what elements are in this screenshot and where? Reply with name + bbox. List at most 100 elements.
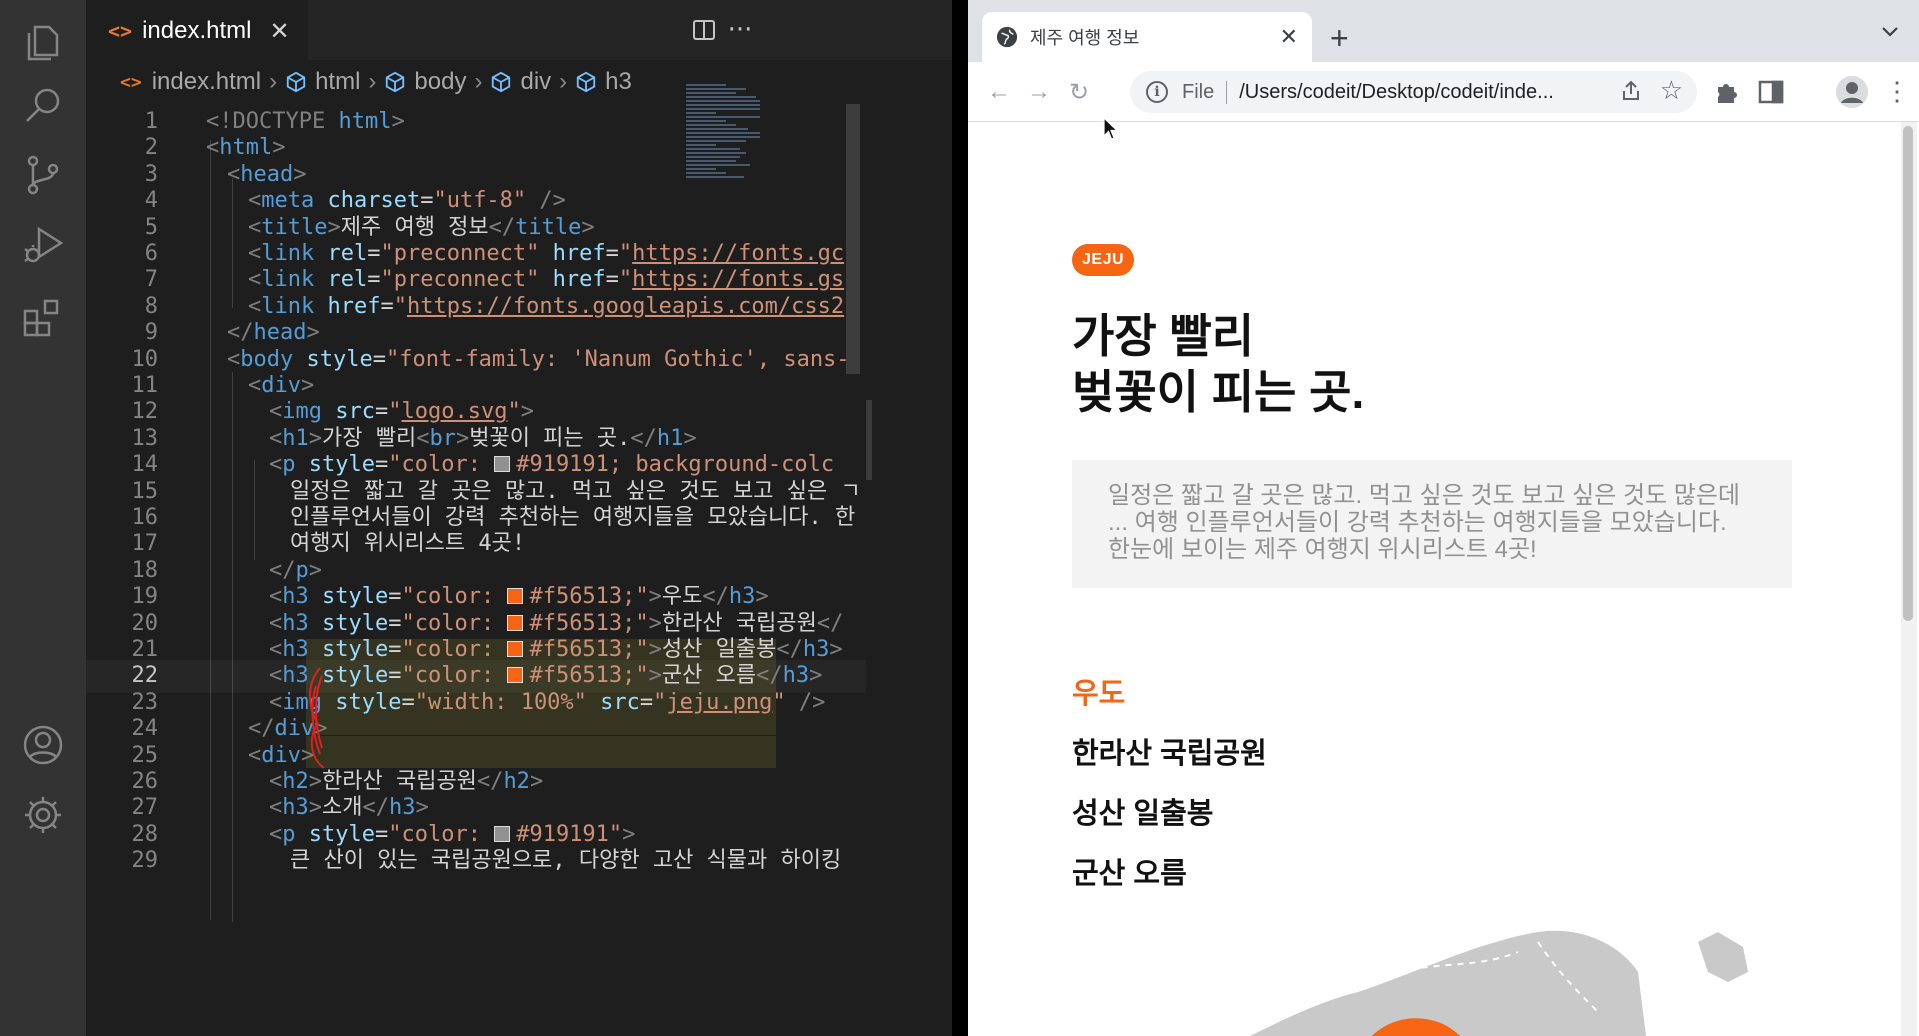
forward-arrow-icon[interactable]: → <box>1024 77 1054 107</box>
code-token: < <box>416 425 430 451</box>
code-line[interactable]: 29 큰 산이 있는 국립공원으로, 다양한 고산 식물과 하이킹 <box>86 845 866 877</box>
split-editor-icon[interactable] <box>686 12 722 48</box>
breadcrumb-html[interactable]: html <box>285 68 360 96</box>
code-token: < <box>227 161 241 187</box>
code-token: /> <box>785 689 826 715</box>
code-token: = <box>388 637 402 662</box>
breadcrumb-body[interactable]: body <box>384 68 466 96</box>
code-token: < <box>227 346 241 372</box>
new-tab-button[interactable]: + <box>1330 22 1349 54</box>
code-token: </ <box>269 557 296 583</box>
browser-tab[interactable]: 제주 여행 정보 ✕ <box>982 12 1312 62</box>
code-token: = <box>420 188 434 214</box>
code-token: #f56513;" <box>529 663 649 689</box>
bookmark-star-icon[interactable]: ☆ <box>1660 75 1683 106</box>
code-token: logo.svg <box>401 399 508 425</box>
code-token: style <box>295 452 375 478</box>
url-text[interactable]: /Users/codeit/Desktop/codeit/inde... <box>1239 81 1599 104</box>
chevron-down-icon[interactable] <box>1881 24 1899 38</box>
code-token: head <box>253 320 307 346</box>
side-panel-icon[interactable] <box>1756 77 1786 107</box>
minimap[interactable] <box>686 84 766 204</box>
element-cube-icon <box>492 71 511 93</box>
code-token: "width: 100%" <box>414 689 587 715</box>
code-token: "color: <box>388 821 495 847</box>
color-swatch[interactable] <box>507 641 524 657</box>
extensions-puzzle-icon[interactable] <box>1712 77 1742 107</box>
breadcrumb-file[interactable]: <> index.html <box>120 68 261 96</box>
back-arrow-icon[interactable]: ← <box>984 77 1014 107</box>
editor-scrollbar[interactable] <box>846 104 860 374</box>
code-token: = <box>605 267 619 293</box>
breadcrumb-h3[interactable]: h3 <box>575 68 632 96</box>
code-token: " <box>653 689 667 715</box>
code-area[interactable]: 1 <!DOCTYPE html> 2 <html> 3 <head> 4 <meta cha… <box>86 104 866 1036</box>
info-icon[interactable]: i <box>1146 81 1168 103</box>
code-token: > <box>622 821 636 847</box>
intro-paragraph: 일정은 짧고 갈 곳은 많고. 먹고 싶은 것도 보고 싶은 것도 많은데 ..… <box>1072 460 1792 588</box>
code-token: 벚꽃이 피는 곳. <box>469 425 631 451</box>
profile-avatar[interactable] <box>1836 76 1868 108</box>
color-swatch[interactable] <box>494 456 511 473</box>
code-token: "color: <box>401 610 508 636</box>
code-token: = <box>605 241 619 266</box>
chevron-right-icon: › <box>368 68 377 95</box>
browser-menu-icon[interactable]: ⋮ <box>1884 78 1910 104</box>
explorer-icon[interactable] <box>18 14 68 64</box>
share-icon[interactable] <box>1619 79 1643 103</box>
extensions-icon[interactable] <box>18 292 68 342</box>
scrollbar-thumb[interactable] <box>1903 126 1913 621</box>
code-token: "preconnect" <box>380 267 540 293</box>
color-swatch[interactable] <box>507 588 524 605</box>
place-heading-udo: 우도 <box>1072 678 1126 710</box>
page-scrollbar[interactable] <box>1901 122 1917 1036</box>
code-token: h3 <box>282 795 309 821</box>
code-token: </ <box>702 584 729 610</box>
code-token: > <box>455 425 470 451</box>
code-token: "utf-8" <box>433 188 527 214</box>
code-token: "color: <box>401 663 508 689</box>
code-token: p <box>282 452 296 478</box>
code-token: https://fonts.gc <box>632 241 845 266</box>
place-heading-hallasan: 한라산 국립공원 <box>1072 738 1267 770</box>
reload-icon[interactable]: ↻ <box>1064 77 1094 107</box>
code-token: 가장 빨리 <box>322 425 417 451</box>
code-token: "preconnect" <box>380 241 540 266</box>
title-line: 가장 빨리 <box>1072 310 1255 362</box>
code-token: > <box>648 584 662 610</box>
code-token: " <box>772 689 786 715</box>
tab-label: index.html <box>142 16 252 44</box>
code-editor: <> index.html ✕ ··· <> index.html › html … <box>86 0 952 1036</box>
close-icon[interactable]: ✕ <box>269 17 289 45</box>
search-icon[interactable] <box>18 80 68 130</box>
source-control-icon[interactable] <box>18 150 68 200</box>
color-swatch[interactable] <box>507 667 524 684</box>
intro-line: 일정은 짧고 갈 곳은 많고. 먹고 싶은 것도 보고 싶은 것도 많은데 <box>1108 482 1741 509</box>
close-icon[interactable]: ✕ <box>1280 24 1298 50</box>
code-token: < <box>248 742 262 768</box>
code-token: > <box>520 399 534 425</box>
code-token: #f56513;" <box>529 610 649 636</box>
run-debug-icon[interactable] <box>18 220 68 270</box>
code-token: " <box>618 267 633 293</box>
code-token: < <box>269 663 283 689</box>
red-annotation-scribble <box>309 667 325 769</box>
code-token: = <box>367 241 381 266</box>
tab-index-html[interactable]: <> index.html ✕ <box>86 0 308 60</box>
color-swatch[interactable] <box>494 825 511 842</box>
color-swatch[interactable] <box>507 614 524 631</box>
window-divider <box>952 0 968 1036</box>
code-token: > <box>755 584 769 610</box>
code-token: img <box>282 399 322 425</box>
code-token: br <box>429 425 456 451</box>
settings-gear-icon[interactable] <box>18 790 68 840</box>
more-actions-icon[interactable]: ··· <box>722 12 758 48</box>
editor-tab-bar: <> index.html ✕ ··· <box>86 0 952 60</box>
breadcrumb-div[interactable]: div <box>490 68 551 96</box>
code-token: > <box>308 557 322 583</box>
code-token: < <box>248 267 262 293</box>
address-bar[interactable]: i File /Users/codeit/Desktop/codeit/inde… <box>1130 71 1697 113</box>
code-token: 한라산 국립공원 <box>322 769 477 794</box>
account-icon[interactable] <box>18 720 68 770</box>
code-token: style <box>308 610 389 636</box>
